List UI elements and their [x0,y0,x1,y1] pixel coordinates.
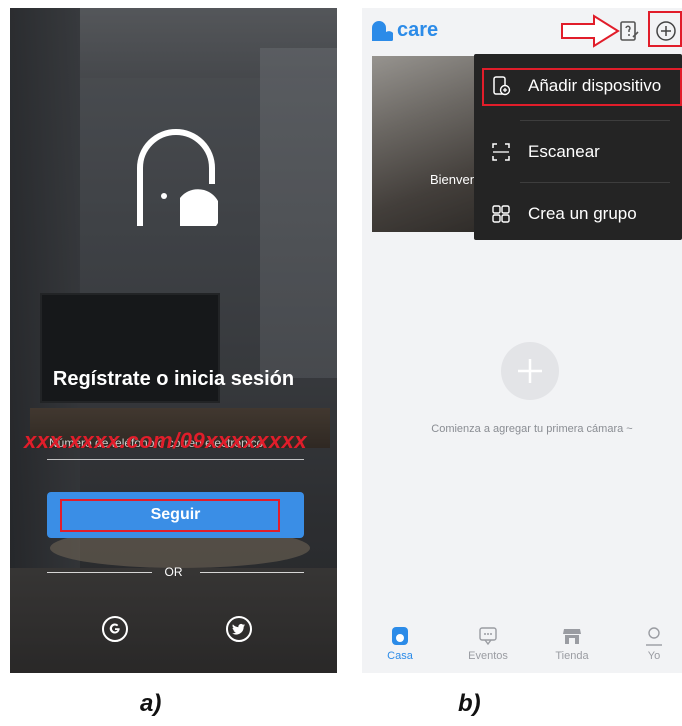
add-menu-icon[interactable] [655,20,677,42]
google-login-button[interactable] [102,616,128,642]
caption-b: b) [458,690,481,717]
nav-label: Yo [647,650,661,662]
menu-item-scan[interactable]: Escanear [474,124,682,180]
nav-item-tienda[interactable]: Tienda [542,626,602,662]
care-logo: care [371,19,438,42]
menu-item-add-device[interactable]: Añadir dispositivo [474,58,682,114]
nav-label: Eventos [468,650,508,662]
add-device-icon [493,76,511,96]
bottom-nav: Casa Eventos Tienda Yo [362,620,682,673]
menu-item-label: Escanear [528,142,600,161]
login-screen: Regístrate o inicia sesión xxx.xxxx.com/… [10,8,337,673]
or-divider-right [200,572,304,573]
menu-separator [520,120,670,121]
store-icon [563,629,581,644]
phone-email-input[interactable] [47,426,304,460]
scan-icon [492,143,510,161]
add-first-camera-button[interactable] [501,342,559,400]
twitter-icon [232,623,245,635]
nav-label: Casa [387,650,413,662]
home-icon [392,627,408,645]
google-icon [109,623,120,634]
menu-item-create-group[interactable]: Crea un grupo [474,186,682,242]
nav-label: Tienda [555,650,589,662]
help-icon[interactable] [619,20,639,42]
login-title: Regístrate o inicia sesión [52,368,295,390]
nav-item-eventos[interactable]: Eventos [458,626,518,662]
app-name: care [397,19,439,41]
house-logo-icon [137,129,218,226]
plus-icon [518,359,542,383]
nav-item-yo[interactable]: Yo [624,626,682,662]
menu-item-label: Crea un grupo [528,204,637,223]
nav-item-casa[interactable]: Casa [370,626,430,662]
continue-button[interactable]: Seguir [47,492,304,538]
add-dropdown-menu: Añadir dispositivo Escanear Crea un grup… [474,54,682,240]
group-icon [492,205,510,223]
profile-icon [646,627,662,646]
care-logo-icon [372,20,393,41]
events-icon [479,627,497,646]
empty-state-text: Comienza a agregar tu primera cámara ~ [431,423,633,435]
caption-a: a) [140,690,162,717]
menu-item-label: Añadir dispositivo [528,76,662,95]
twitter-login-button[interactable] [226,616,252,642]
home-screen: care Bienvenido a usar care Añadir dispo… [362,8,682,673]
menu-separator [520,182,670,183]
